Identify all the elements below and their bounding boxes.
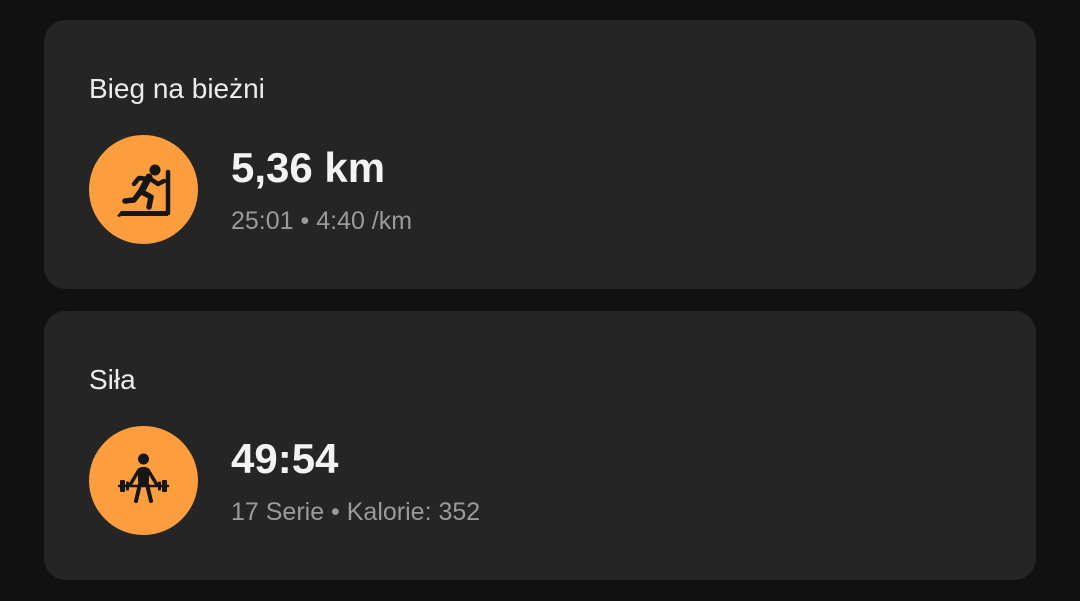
duration-value: 49:54 <box>231 435 339 482</box>
activity-title: Bieg na bieżni <box>89 73 265 104</box>
activity-card-treadmill-run[interactable]: Bieg na bieżni 5,36 km 25:01 • 4:40 /km <box>44 20 1036 289</box>
activity-title: Siła <box>89 364 136 395</box>
treadmill-running-icon <box>89 135 198 244</box>
sets-calories-details: 17 Serie • Kalorie: 352 <box>231 498 481 526</box>
activity-card-strength[interactable]: Siła 49:54 17 Serie • Kalorie: 352 <box>44 311 1036 580</box>
time-pace-details: 25:01 • 4:40 /km <box>231 207 413 235</box>
weightlifting-icon <box>89 426 198 535</box>
distance-value: 5,36 km <box>231 144 386 191</box>
